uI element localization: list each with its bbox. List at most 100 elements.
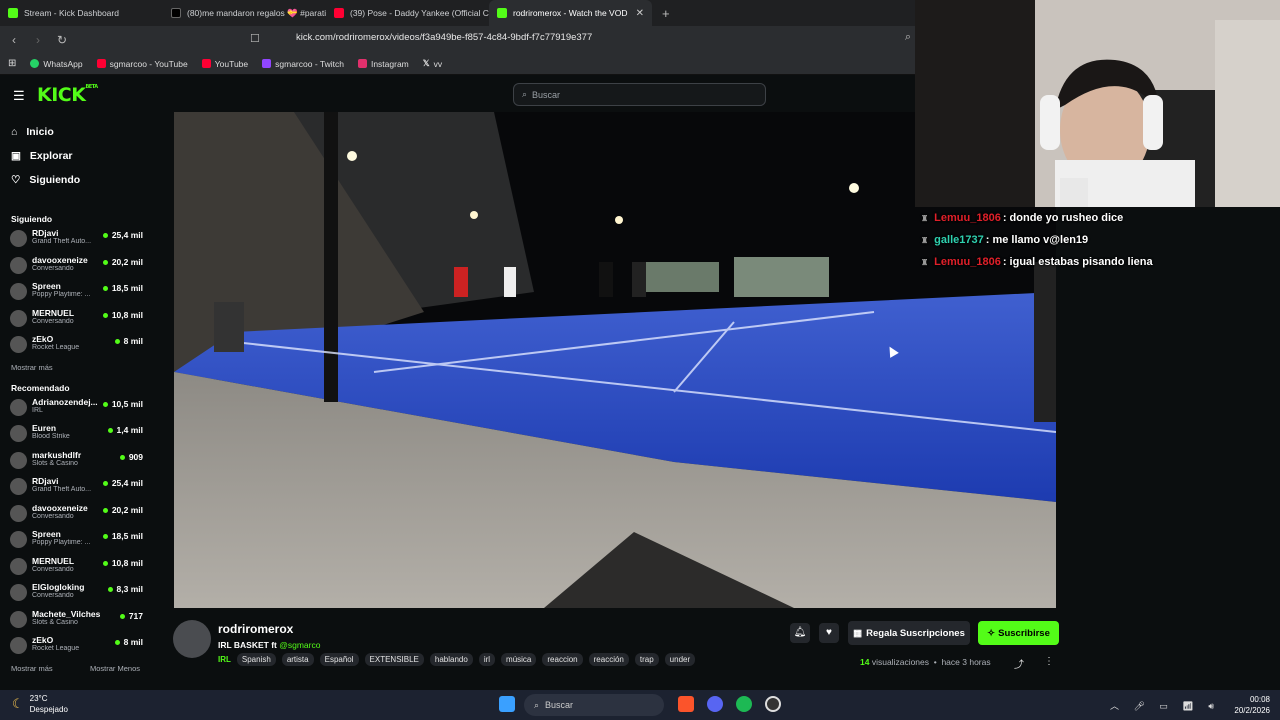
tab-youtube[interactable]: (39) Pose - Daddy Yankee (Official Ca bbox=[326, 0, 489, 26]
kick-logo[interactable]: KICKBETA bbox=[37, 84, 98, 106]
recommended-list: Adrianozendej... IRL 10,5 mil Euren Blood St… bbox=[0, 395, 152, 660]
sidebar-channel[interactable]: RDjavi Grand Theft Auto... 25,4 mil bbox=[0, 226, 152, 253]
tag-chip[interactable]: irl bbox=[478, 653, 496, 666]
bookmark-whatsapp[interactable]: WhatsApp bbox=[30, 59, 83, 69]
viewer-count: 909 bbox=[120, 452, 143, 462]
chat-text: : me llamo v@len19 bbox=[985, 234, 1089, 246]
channel-name: MERNUEL bbox=[32, 307, 75, 318]
menu-icon[interactable]: ☰ bbox=[13, 88, 25, 104]
search-input[interactable]: ⌕ Buscar bbox=[513, 83, 766, 106]
channel-category: Rocket League bbox=[32, 344, 80, 351]
chat-text: : igual estabas pisando liena bbox=[1002, 256, 1153, 268]
discord-icon[interactable] bbox=[707, 696, 723, 712]
nav-siguiendo[interactable]: ♡ Siguiendo bbox=[0, 168, 152, 192]
sidebar-channel[interactable]: zEkO Rocket League 8 mil bbox=[0, 633, 152, 660]
tag-chip[interactable]: reacción bbox=[588, 653, 629, 666]
sidebar-channel[interactable]: markushdlfr Slots & Casino 909 bbox=[0, 448, 152, 475]
bookmark-sgmarcoo-youtube[interactable]: sgmarcoo - YouTube bbox=[96, 59, 188, 69]
sidebar-channel[interactable]: davooxeneize Conversando 20,2 mil bbox=[0, 501, 152, 528]
forward-icon[interactable]: › bbox=[28, 33, 48, 47]
channel-name: Euren bbox=[32, 423, 57, 433]
home-icon: ⌂ bbox=[11, 126, 18, 138]
whatsapp-icon bbox=[30, 59, 40, 68]
more-options-icon[interactable]: ⋮ bbox=[1044, 656, 1054, 667]
search-icon[interactable]: ⌕ bbox=[905, 31, 911, 44]
tag-chip[interactable]: hablando bbox=[429, 653, 473, 666]
subscribe-button[interactable]: ✧ Suscribirse bbox=[978, 621, 1059, 645]
badge-icon: ♜ bbox=[921, 236, 929, 245]
bookmark-x[interactable]: 𝕏vv bbox=[423, 58, 442, 69]
tag-chip[interactable]: EXTENSIBLE bbox=[364, 653, 424, 666]
channel-name[interactable]: rodriromerox bbox=[218, 622, 293, 636]
chat-username[interactable]: Lemuu_1806 bbox=[934, 212, 1001, 224]
views-info: 14 visualizaciones • hace 3 horas bbox=[860, 657, 991, 667]
sidebar-channel[interactable]: Adrianozendej... IRL 10,5 mil bbox=[0, 395, 152, 422]
bookmarks-bar: ⊞ WhatsApp sgmarcoo - YouTube YouTube sg… bbox=[0, 53, 915, 75]
sidebar-channel[interactable]: davooxeneize Conversando 20,2 mil bbox=[0, 253, 152, 280]
category-link[interactable]: IRL bbox=[218, 655, 231, 664]
sidebar-channel[interactable]: RDjavi Grand Theft Auto... 25,4 mil bbox=[0, 474, 152, 501]
bookmark-instagram[interactable]: Instagram bbox=[357, 59, 409, 69]
follow-heart-icon[interactable]: ♥ bbox=[819, 623, 839, 643]
channel-avatar[interactable] bbox=[173, 620, 211, 658]
bookmark-icon[interactable]: ☐ bbox=[250, 32, 260, 45]
weather-widget[interactable]: ☾ 23°C Despejado bbox=[12, 693, 68, 715]
browser-tab-strip: Stream - Kick Dashboard (80)me mandaron … bbox=[0, 0, 915, 26]
viewer-count: 1,4 mil bbox=[108, 425, 143, 435]
apps-icon[interactable]: ⊞ bbox=[8, 58, 16, 69]
sidebar-channel[interactable]: Euren Blood Strike 1,4 mil bbox=[0, 421, 152, 448]
show-less-link[interactable]: Mostrar Menos bbox=[79, 660, 140, 678]
show-more-link[interactable]: Mostrar más bbox=[0, 660, 53, 678]
sidebar-channel[interactable]: Spreen Poppy Playtime: ... 18,5 mil bbox=[0, 279, 152, 306]
sidebar-channel[interactable]: Spreen Poppy Playtime: ... 18,5 mil bbox=[0, 527, 152, 554]
obs-icon[interactable] bbox=[765, 696, 781, 712]
bookmark-twitch[interactable]: sgmarcoo - Twitch bbox=[262, 59, 344, 69]
avatar bbox=[10, 531, 27, 548]
tag-chip[interactable]: reaccion bbox=[542, 653, 583, 666]
tab-tiktok[interactable]: (80)me mandaron regalos 💝 #parati bbox=[163, 0, 326, 26]
sidebar-channel[interactable]: ElGlogloking Conversando 8,3 mil bbox=[0, 580, 152, 607]
sidebar-channel[interactable]: zEkO Rocket League 8 mil bbox=[0, 332, 152, 359]
tag-chip[interactable]: música bbox=[501, 653, 537, 666]
channel-name: davooxeneize bbox=[32, 502, 88, 513]
brave-icon[interactable] bbox=[678, 696, 694, 712]
avatar bbox=[10, 451, 27, 469]
gift-subs-button[interactable]: ▦ Regala Suscripciones bbox=[848, 621, 970, 645]
channel-name: Machete_Vilches bbox=[32, 608, 101, 619]
sidebar-channel[interactable]: Machete_Vilches Slots & Casino 717 bbox=[0, 607, 152, 634]
following-title: Siguiendo bbox=[11, 214, 53, 224]
new-tab-icon[interactable]: + bbox=[662, 6, 670, 21]
tag-chip[interactable]: Español bbox=[319, 653, 359, 666]
avatar bbox=[10, 557, 27, 575]
system-clock[interactable]: 00:08 20/2/2026 bbox=[1234, 694, 1270, 716]
channel-category: Conversando bbox=[32, 512, 74, 520]
mention-link[interactable]: @sgmarco bbox=[279, 640, 320, 650]
nav-explorar[interactable]: ▣ Explorar bbox=[0, 144, 152, 168]
avatar bbox=[10, 504, 27, 522]
tag-chip[interactable]: Spanish bbox=[236, 653, 276, 666]
tab-kick-vod[interactable]: rodriromerox - Watch the VOD ✕ bbox=[489, 0, 652, 26]
sidebar-channel[interactable]: MERNUEL Conversando 10,8 mil bbox=[0, 554, 152, 581]
tab-kick-dashboard[interactable]: Stream - Kick Dashboard bbox=[0, 0, 163, 26]
sidebar-channel[interactable]: MERNUEL Conversando 10,8 mil bbox=[0, 306, 152, 333]
share-icon[interactable]: ⤴ bbox=[1014, 656, 1024, 671]
tag-chip[interactable]: artista bbox=[281, 653, 314, 666]
taskbar-search[interactable]: ⌕ Buscar bbox=[524, 694, 664, 716]
bookmark-youtube[interactable]: YouTube bbox=[201, 59, 248, 69]
tray-icons[interactable]: ︿ 🎤︎ ▭ 📶︎ 🔊︎ bbox=[1110, 699, 1220, 712]
avatar bbox=[10, 283, 27, 300]
address-bar[interactable]: kick.com/rodriromerox/videos/f3a949be-f8… bbox=[296, 32, 592, 43]
notification-bell-icon[interactable]: 🔔︎ bbox=[790, 623, 810, 643]
reload-icon[interactable]: ↻ bbox=[52, 33, 72, 47]
tag-chip[interactable]: under bbox=[664, 653, 696, 666]
chat-username[interactable]: galle1737 bbox=[934, 234, 984, 246]
back-icon[interactable]: ‹ bbox=[4, 33, 24, 47]
spotify-icon[interactable] bbox=[736, 696, 752, 712]
chat-username[interactable]: Lemuu_1806 bbox=[934, 256, 1001, 268]
channel-category: IRL bbox=[32, 406, 43, 414]
nav-inicio[interactable]: ⌂ Inicio bbox=[0, 120, 152, 144]
tag-chip[interactable]: trap bbox=[634, 653, 659, 666]
close-tab-icon[interactable]: ✕ bbox=[636, 8, 644, 19]
windows-start-icon[interactable] bbox=[499, 696, 515, 712]
show-more-link[interactable]: Mostrar más bbox=[0, 359, 152, 377]
